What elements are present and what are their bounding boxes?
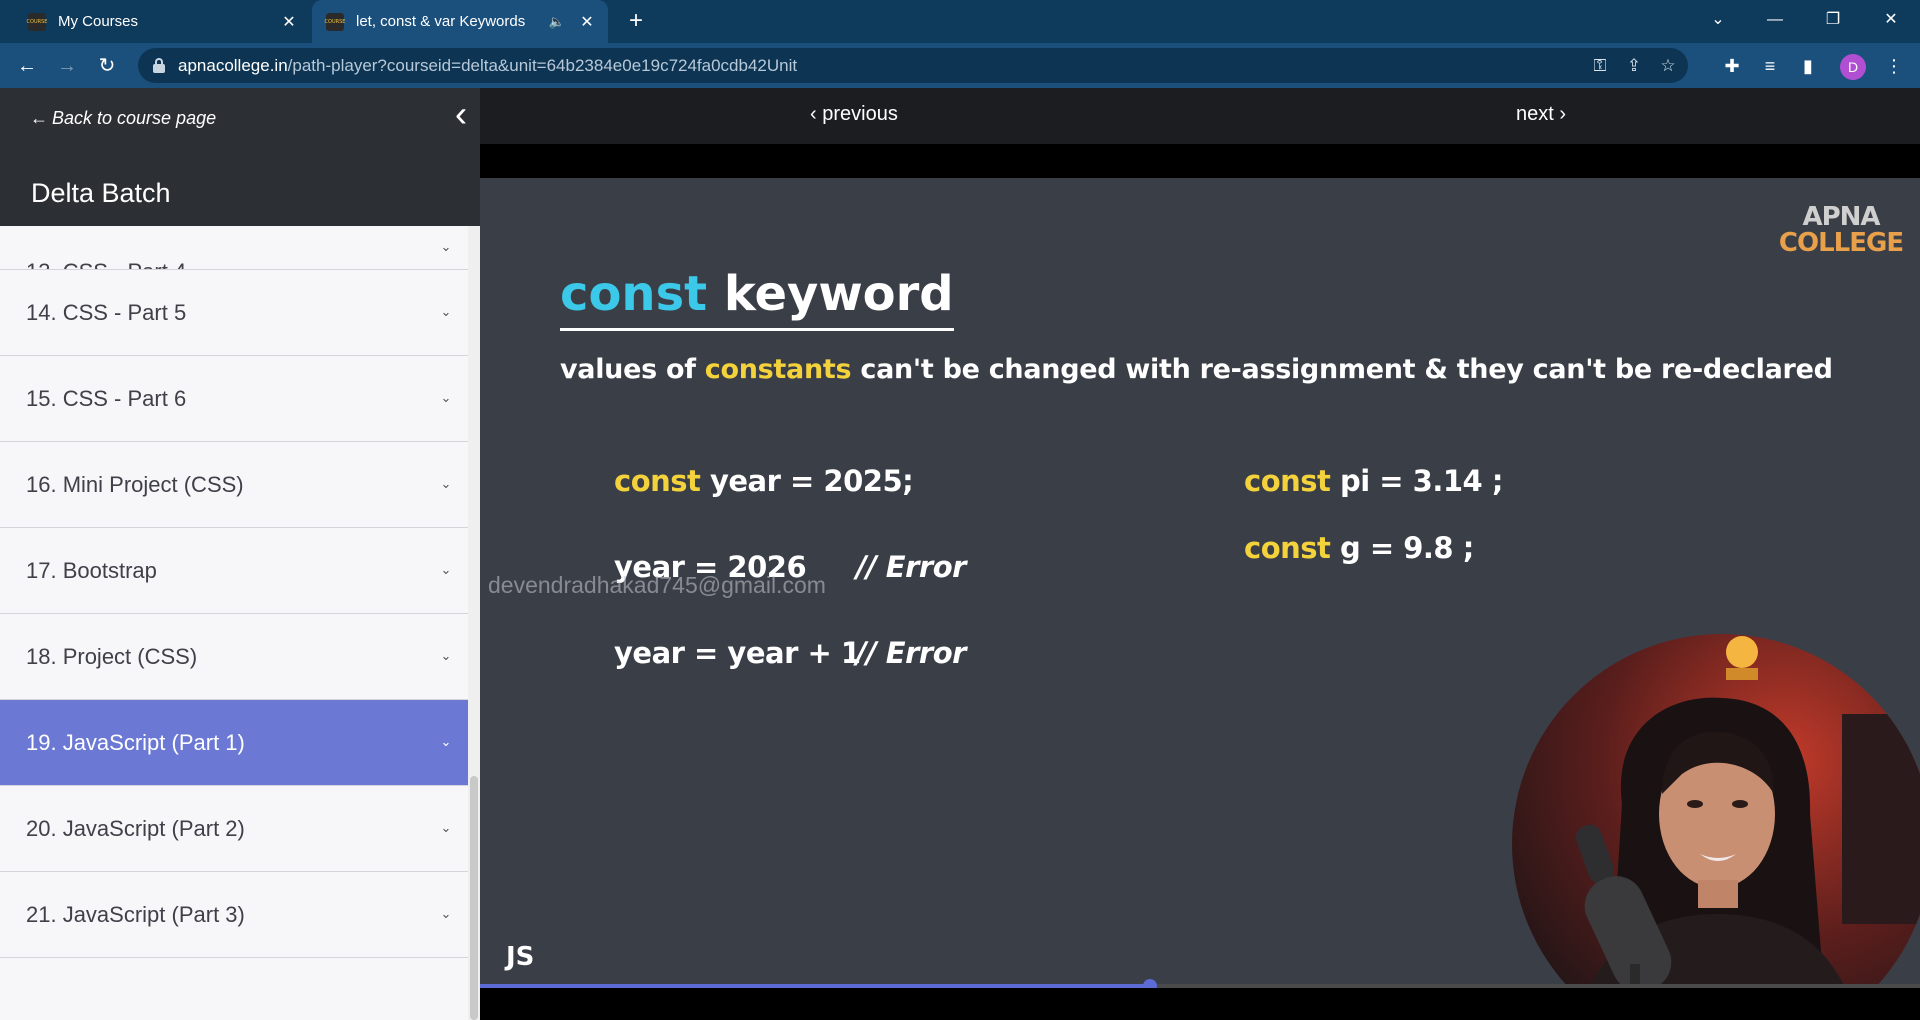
user-watermark: devendradhakad745@gmail.com: [488, 572, 826, 598]
module-list: 13. CSS - Part 4 ⌄ 14. CSS - Part 5 ⌄ 15…: [0, 226, 468, 958]
module-item[interactable]: 17. Bootstrap ⌄: [0, 528, 468, 614]
video-letterbox: [480, 144, 1920, 178]
chevron-down-icon: ⌄: [440, 561, 452, 577]
code-line: const pi = 3.14 ;: [1244, 464, 1503, 498]
forward-arrow-icon[interactable]: →: [52, 51, 82, 81]
speaker-icon[interactable]: 🔈: [546, 14, 568, 30]
player-bottom-bar: [480, 988, 1920, 1020]
browser-tab-bar: COURSE My Courses ✕ COURSE let, const & …: [0, 0, 1920, 43]
module-item[interactable]: 13. CSS - Part 4 ⌄: [0, 226, 468, 270]
tab-title: My Courses: [58, 13, 139, 30]
slide-title: const keyword: [560, 266, 954, 331]
code-line: year = year + 1: [614, 636, 861, 670]
close-icon[interactable]: ✕: [276, 12, 302, 32]
chevron-down-icon: ⌄: [440, 733, 452, 749]
side-panel-icon[interactable]: ▮: [1794, 52, 1822, 80]
course-title: Delta Batch: [31, 178, 171, 208]
chevron-down-icon: ⌄: [440, 905, 452, 921]
video-player[interactable]: APNA COLLEGE const keyword values of con…: [480, 178, 1920, 984]
chevron-down-icon: ⌄: [440, 647, 452, 663]
chevron-down-icon: ⌄: [440, 238, 452, 254]
profile-avatar[interactable]: D: [1840, 54, 1866, 80]
chevron-left-icon: ‹: [810, 103, 823, 125]
apna-college-logo: APNA COLLEGE: [1778, 202, 1904, 258]
tab-search-icon[interactable]: ⌄: [1695, 0, 1741, 43]
minimize-button[interactable]: —: [1752, 0, 1798, 43]
module-item-active[interactable]: 19. JavaScript (Part 1) ⌄: [0, 700, 468, 786]
presenter-webcam-image: [1512, 634, 1920, 984]
share-icon[interactable]: ⇪: [1622, 54, 1646, 78]
left-arrow-icon: ←: [30, 108, 48, 128]
module-item[interactable]: 20. JavaScript (Part 2) ⌄: [0, 786, 468, 872]
reload-icon[interactable]: ↻: [92, 51, 122, 81]
tab-let-const-var[interactable]: COURSE let, const & var Keywords 🔈 ✕: [312, 0, 608, 43]
menu-dots-icon[interactable]: ⋮: [1880, 52, 1908, 80]
chevron-down-icon: ⌄: [440, 475, 452, 491]
address-bar[interactable]: apnacollege.in/path-player?courseid=delt…: [138, 48, 1688, 83]
star-icon[interactable]: ☆: [1656, 54, 1680, 78]
restore-button[interactable]: ❐: [1810, 0, 1856, 43]
chevron-right-icon: ›: [1553, 103, 1567, 125]
tab-title: let, const & var Keywords: [356, 13, 526, 30]
url-text: apnacollege.in/path-player?courseid=delt…: [178, 55, 798, 75]
player-navigation: ‹ previous next ›: [480, 88, 1920, 144]
back-to-course-link[interactable]: ← Back to course page: [30, 108, 216, 129]
lock-icon[interactable]: [152, 57, 166, 74]
new-tab-button[interactable]: +: [622, 8, 650, 36]
js-corner-label: JS: [506, 942, 535, 972]
close-window-button[interactable]: ✕: [1868, 0, 1914, 43]
course-favicon-icon: COURSE: [325, 12, 345, 31]
chevron-down-icon: ⌄: [440, 819, 452, 835]
scrollbar-thumb[interactable]: [470, 776, 478, 1020]
media-control-icon[interactable]: ≡: [1756, 52, 1784, 80]
code-comment: // Error: [856, 636, 966, 670]
browser-toolbar: ← → ↻ apnacollege.in/path-player?coursei…: [0, 43, 1920, 88]
module-item[interactable]: 14. CSS - Part 5 ⌄: [0, 270, 468, 356]
presenter-illustration: [1512, 634, 1920, 984]
course-favicon-icon: COURSE: [27, 12, 47, 31]
slide-subtitle: values of constants can't be changed wit…: [560, 354, 1833, 385]
previous-button[interactable]: ‹ previous: [810, 103, 898, 126]
sidebar-header: ←Back to course page ‹‹ Delta Batch: [0, 88, 480, 226]
close-icon[interactable]: ✕: [574, 12, 600, 32]
key-icon[interactable]: ⚿: [1588, 54, 1612, 78]
module-item[interactable]: 16. Mini Project (CSS) ⌄: [0, 442, 468, 528]
module-item[interactable]: 21. JavaScript (Part 3) ⌄: [0, 872, 468, 958]
code-comment: // Error: [856, 550, 966, 584]
next-button[interactable]: next ›: [1516, 103, 1566, 126]
back-arrow-icon[interactable]: ←: [12, 51, 42, 81]
extensions-icon[interactable]: ✚: [1718, 52, 1746, 80]
code-line: const g = 9.8 ;: [1244, 531, 1474, 565]
tab-my-courses[interactable]: COURSE My Courses ✕: [14, 0, 310, 43]
course-sidebar: ←Back to course page ‹‹ Delta Batch 13. …: [0, 88, 480, 1020]
module-item[interactable]: 15. CSS - Part 6 ⌄: [0, 356, 468, 442]
code-line: const year = 2025;: [614, 464, 914, 498]
module-item[interactable]: 18. Project (CSS) ⌄: [0, 614, 468, 700]
chevron-down-icon: ⌄: [440, 389, 452, 405]
chevron-down-icon: ⌄: [440, 303, 452, 319]
sidebar-scrollbar[interactable]: [468, 226, 480, 1020]
collapse-sidebar-icon[interactable]: ‹‹: [440, 96, 470, 132]
